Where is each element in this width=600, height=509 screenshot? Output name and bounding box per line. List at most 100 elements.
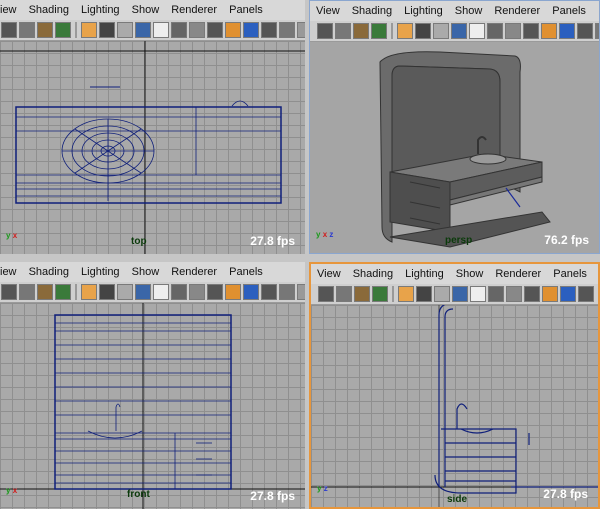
side-viewport[interactable]: y z side 27.8 fps bbox=[311, 305, 598, 507]
gate-mask-icon[interactable] bbox=[135, 284, 151, 300]
smooth-shade-icon[interactable] bbox=[225, 22, 241, 38]
menu-shading[interactable]: Shading bbox=[29, 4, 69, 16]
smooth-shade-icon[interactable] bbox=[541, 23, 557, 39]
resolution-gate-icon[interactable] bbox=[117, 22, 133, 38]
shaded-icon[interactable] bbox=[243, 284, 259, 300]
menu-show[interactable]: Show bbox=[456, 268, 484, 280]
menu-panels[interactable]: Panels bbox=[229, 4, 263, 16]
resolution-gate-icon[interactable] bbox=[433, 23, 449, 39]
resolution-gate-icon[interactable] bbox=[117, 284, 133, 300]
smooth-shade-icon[interactable] bbox=[225, 284, 241, 300]
safe-title-icon[interactable] bbox=[506, 286, 522, 302]
camera-attributes-icon[interactable] bbox=[19, 22, 35, 38]
film-gate-icon[interactable] bbox=[416, 286, 432, 302]
grid-icon[interactable] bbox=[398, 286, 414, 302]
menu-renderer[interactable]: Renderer bbox=[171, 4, 217, 16]
camera-icon[interactable] bbox=[317, 23, 333, 39]
viewport-panel-persp[interactable]: View Shading Lighting Show Renderer Pane… bbox=[309, 0, 600, 254]
grid-icon[interactable] bbox=[397, 23, 413, 39]
viewport-panel-top[interactable]: iew Shading Lighting Show Renderer Panel… bbox=[0, 0, 305, 254]
image-plane-icon[interactable] bbox=[55, 284, 71, 300]
menu-renderer[interactable]: Renderer bbox=[495, 268, 541, 280]
bookmark-icon[interactable] bbox=[353, 23, 369, 39]
top-viewport[interactable]: y x top 27.8 fps bbox=[0, 41, 305, 254]
menu-shading[interactable]: Shading bbox=[29, 266, 69, 278]
safe-title-icon[interactable] bbox=[505, 23, 521, 39]
bookmark-icon[interactable] bbox=[37, 22, 53, 38]
menu-renderer[interactable]: Renderer bbox=[494, 5, 540, 17]
field-chart-icon[interactable] bbox=[469, 23, 485, 39]
field-chart-icon[interactable] bbox=[153, 284, 169, 300]
shadows-icon[interactable] bbox=[297, 284, 305, 300]
menu-panels[interactable]: Panels bbox=[553, 268, 587, 280]
wireframe-icon[interactable] bbox=[523, 23, 539, 39]
gate-mask-icon[interactable] bbox=[451, 23, 467, 39]
smooth-shade-icon[interactable] bbox=[542, 286, 558, 302]
shaded-icon[interactable] bbox=[559, 23, 575, 39]
menu-view[interactable]: iew bbox=[0, 4, 17, 16]
textured-icon[interactable] bbox=[261, 22, 277, 38]
axis-y-label: y bbox=[6, 231, 11, 240]
front-viewport[interactable]: y x front 27.8 fps bbox=[0, 303, 305, 509]
camera-attributes-icon[interactable] bbox=[19, 284, 35, 300]
wireframe-icon[interactable] bbox=[207, 284, 223, 300]
menu-lighting[interactable]: Lighting bbox=[81, 266, 120, 278]
lighting-icon[interactable] bbox=[279, 22, 295, 38]
menu-view[interactable]: iew bbox=[0, 266, 17, 278]
menu-view[interactable]: View bbox=[316, 5, 340, 17]
lighting-icon[interactable] bbox=[595, 23, 599, 39]
lighting-icon[interactable] bbox=[279, 284, 295, 300]
safe-action-icon[interactable] bbox=[488, 286, 504, 302]
grid-icon[interactable] bbox=[81, 284, 97, 300]
persp-viewport[interactable]: y x z persp 76.2 fps bbox=[310, 42, 599, 253]
film-gate-icon[interactable] bbox=[415, 23, 431, 39]
safe-action-icon[interactable] bbox=[171, 22, 187, 38]
safe-action-icon[interactable] bbox=[487, 23, 503, 39]
menu-panels[interactable]: Panels bbox=[552, 5, 586, 17]
panel-toolbar bbox=[311, 284, 598, 305]
camera-icon[interactable] bbox=[1, 284, 17, 300]
textured-icon[interactable] bbox=[577, 23, 593, 39]
field-chart-icon[interactable] bbox=[153, 22, 169, 38]
menu-panels[interactable]: Panels bbox=[229, 266, 263, 278]
camera-attributes-icon[interactable] bbox=[335, 23, 351, 39]
image-plane-icon[interactable] bbox=[55, 22, 71, 38]
safe-action-icon[interactable] bbox=[171, 284, 187, 300]
viewport-panel-side[interactable]: View Shading Lighting Show Renderer Pane… bbox=[309, 262, 600, 509]
viewport-panel-front[interactable]: iew Shading Lighting Show Renderer Panel… bbox=[0, 262, 305, 509]
menu-lighting[interactable]: Lighting bbox=[404, 5, 443, 17]
textured-icon[interactable] bbox=[261, 284, 277, 300]
menu-show[interactable]: Show bbox=[132, 4, 160, 16]
camera-icon[interactable] bbox=[318, 286, 334, 302]
menu-lighting[interactable]: Lighting bbox=[81, 4, 120, 16]
menu-show[interactable]: Show bbox=[132, 266, 160, 278]
grid-icon[interactable] bbox=[81, 22, 97, 38]
menu-shading[interactable]: Shading bbox=[353, 268, 393, 280]
menu-view[interactable]: View bbox=[317, 268, 341, 280]
shaded-icon[interactable] bbox=[560, 286, 576, 302]
bookmark-icon[interactable] bbox=[354, 286, 370, 302]
camera-icon[interactable] bbox=[1, 22, 17, 38]
image-plane-icon[interactable] bbox=[371, 23, 387, 39]
film-gate-icon[interactable] bbox=[99, 284, 115, 300]
gate-mask-icon[interactable] bbox=[452, 286, 468, 302]
gate-mask-icon[interactable] bbox=[135, 22, 151, 38]
safe-title-icon[interactable] bbox=[189, 22, 205, 38]
textured-icon[interactable] bbox=[578, 286, 594, 302]
menu-show[interactable]: Show bbox=[455, 5, 483, 17]
shaded-icon[interactable] bbox=[243, 22, 259, 38]
wireframe-icon[interactable] bbox=[207, 22, 223, 38]
image-plane-icon[interactable] bbox=[372, 286, 388, 302]
menu-renderer[interactable]: Renderer bbox=[171, 266, 217, 278]
shadows-icon[interactable] bbox=[297, 22, 305, 38]
bookmark-icon[interactable] bbox=[37, 284, 53, 300]
resolution-gate-icon[interactable] bbox=[434, 286, 450, 302]
safe-title-icon[interactable] bbox=[189, 284, 205, 300]
field-chart-icon[interactable] bbox=[470, 286, 486, 302]
wireframe-icon[interactable] bbox=[524, 286, 540, 302]
menu-shading[interactable]: Shading bbox=[352, 5, 392, 17]
toolbar-separator bbox=[75, 22, 77, 38]
menu-lighting[interactable]: Lighting bbox=[405, 268, 444, 280]
film-gate-icon[interactable] bbox=[99, 22, 115, 38]
camera-attributes-icon[interactable] bbox=[336, 286, 352, 302]
